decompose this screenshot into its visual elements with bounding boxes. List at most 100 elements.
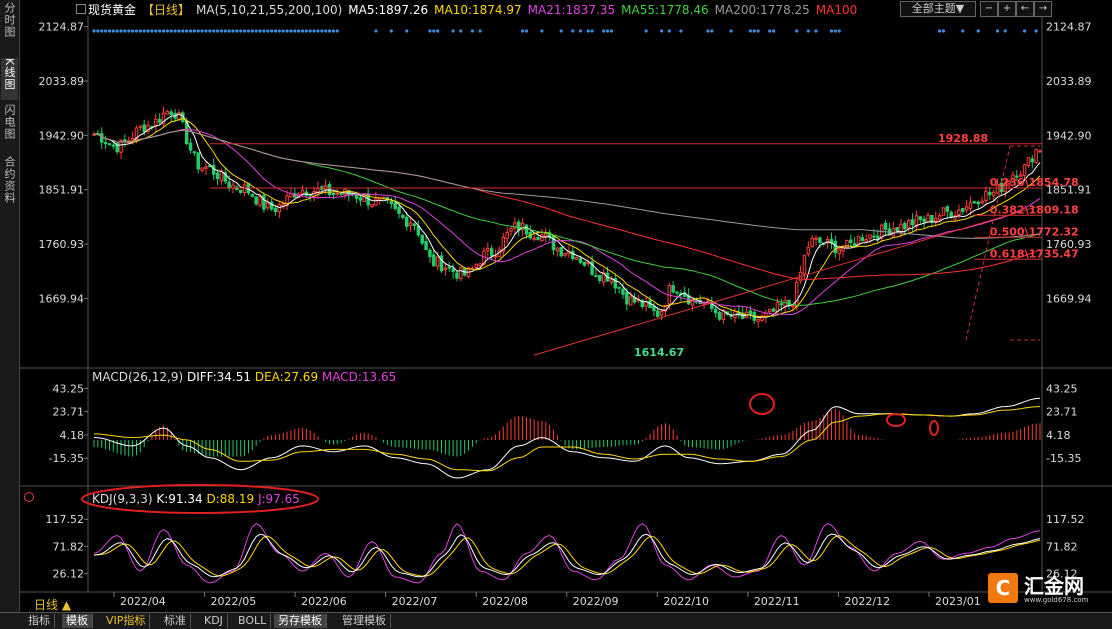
signal-dot	[524, 29, 529, 33]
signal-dot	[1022, 29, 1027, 33]
candle-body	[906, 220, 911, 229]
ma200-line	[94, 129, 1041, 239]
marker-circle	[81, 484, 319, 514]
candle-body	[937, 215, 942, 221]
candle-body	[594, 275, 598, 278]
signal-dot	[335, 29, 339, 33]
signal-dot	[941, 29, 946, 33]
candle-body	[242, 184, 247, 193]
candle-body	[1038, 150, 1042, 153]
signal-dot	[806, 29, 810, 33]
candle-body	[910, 219, 915, 226]
x-tick-label: 2022/08	[482, 595, 528, 608]
signal-dot	[451, 29, 455, 33]
btab-manage-template[interactable]: 管理模板	[338, 614, 391, 628]
candle-body	[771, 308, 776, 312]
candle-body	[443, 267, 448, 271]
signal-dot	[590, 29, 594, 33]
signal-dot	[432, 29, 436, 33]
btab-save-template[interactable]: 另存模板	[274, 614, 327, 628]
y-tick-right: 23.71	[1046, 406, 1078, 419]
signal-dot	[405, 29, 409, 33]
fib-label: 0.236\1854.78	[990, 176, 1079, 189]
signal-dot	[1003, 29, 1007, 33]
signal-dot	[281, 29, 285, 33]
candle-body	[262, 195, 266, 210]
signal-dot	[200, 29, 204, 33]
signal-dot	[976, 29, 980, 33]
btab-boll[interactable]: BOLL	[234, 614, 272, 628]
signal-dot	[273, 29, 278, 33]
candle-body	[524, 224, 529, 235]
signal-dot	[111, 29, 115, 33]
chart-canvas[interactable]: 2124.87 2124.87 2033.89 2033.89 1942.90 1942.…	[0, 0, 1112, 628]
candle-body	[849, 239, 853, 244]
candle-body	[424, 241, 428, 251]
signal-dot	[165, 29, 169, 33]
candle-body	[717, 312, 722, 320]
period-label[interactable]: 日线 ▲	[34, 596, 71, 613]
candle-body	[794, 281, 799, 308]
x-tick-label: 2022/06	[301, 595, 347, 608]
candle-body	[655, 310, 660, 317]
candle-body	[200, 167, 204, 171]
candle-body	[459, 267, 463, 280]
candle-body	[250, 193, 255, 197]
signal-dot	[103, 29, 108, 33]
y-tick-right: 117.52	[1046, 513, 1085, 526]
signal-dot	[428, 29, 432, 33]
signal-dot	[374, 29, 378, 33]
y-tick-left: 23.71	[53, 406, 85, 419]
candle-body	[860, 237, 865, 242]
candle-body	[652, 305, 656, 312]
signal-dot	[250, 29, 254, 33]
y-tick-left: 4.18	[60, 429, 85, 442]
candle-body	[675, 291, 679, 294]
candle-body	[165, 110, 170, 115]
signal-dot	[389, 29, 393, 33]
y-tick-right: 71.82	[1046, 540, 1078, 553]
candle-body	[779, 303, 784, 306]
ma100-line	[94, 129, 1041, 280]
candle-body	[192, 151, 197, 154]
low-label: 1614.67	[634, 346, 684, 359]
candle-body	[103, 142, 108, 145]
kdj-j-line	[93, 523, 1041, 584]
signal-dot	[158, 29, 162, 33]
btab-standard[interactable]: 标准	[160, 614, 191, 628]
signal-dot	[223, 29, 227, 33]
signal-dot	[215, 29, 220, 33]
logo-url: www.gold678.com	[1024, 596, 1089, 604]
candle-body	[578, 258, 583, 263]
signal-dot	[173, 29, 177, 33]
candle-body	[582, 261, 587, 266]
candle-body	[818, 237, 822, 243]
signal-dot	[204, 29, 208, 33]
candle-body	[984, 190, 988, 201]
macd-dea-line	[94, 406, 1041, 472]
candle-body	[111, 144, 116, 147]
btab-template[interactable]: 模板	[62, 614, 93, 628]
candle-body	[196, 152, 201, 170]
candle-body	[447, 266, 451, 269]
y-tick-right: 4.18	[1046, 429, 1071, 442]
candle-body	[389, 201, 394, 205]
candle-body	[188, 142, 193, 151]
candle-body	[142, 124, 146, 133]
y-tick-right: 1669.94	[1046, 292, 1092, 305]
candle-body	[903, 223, 907, 230]
signal-dot	[212, 29, 216, 33]
candle-body	[941, 207, 946, 216]
btab-vip[interactable]: VIP指标	[102, 614, 151, 628]
candle-body	[872, 235, 876, 238]
signal-dot	[142, 29, 146, 33]
candle-body	[671, 285, 675, 293]
signal-dot	[239, 29, 243, 33]
btab-indicator[interactable]: 指标	[24, 614, 55, 628]
candle-body	[544, 233, 548, 237]
candle-body	[455, 272, 459, 279]
signal-dot	[300, 29, 305, 33]
btab-kdj[interactable]: KDJ	[200, 614, 228, 628]
signal-dot	[540, 29, 544, 33]
candle-body	[964, 206, 969, 211]
